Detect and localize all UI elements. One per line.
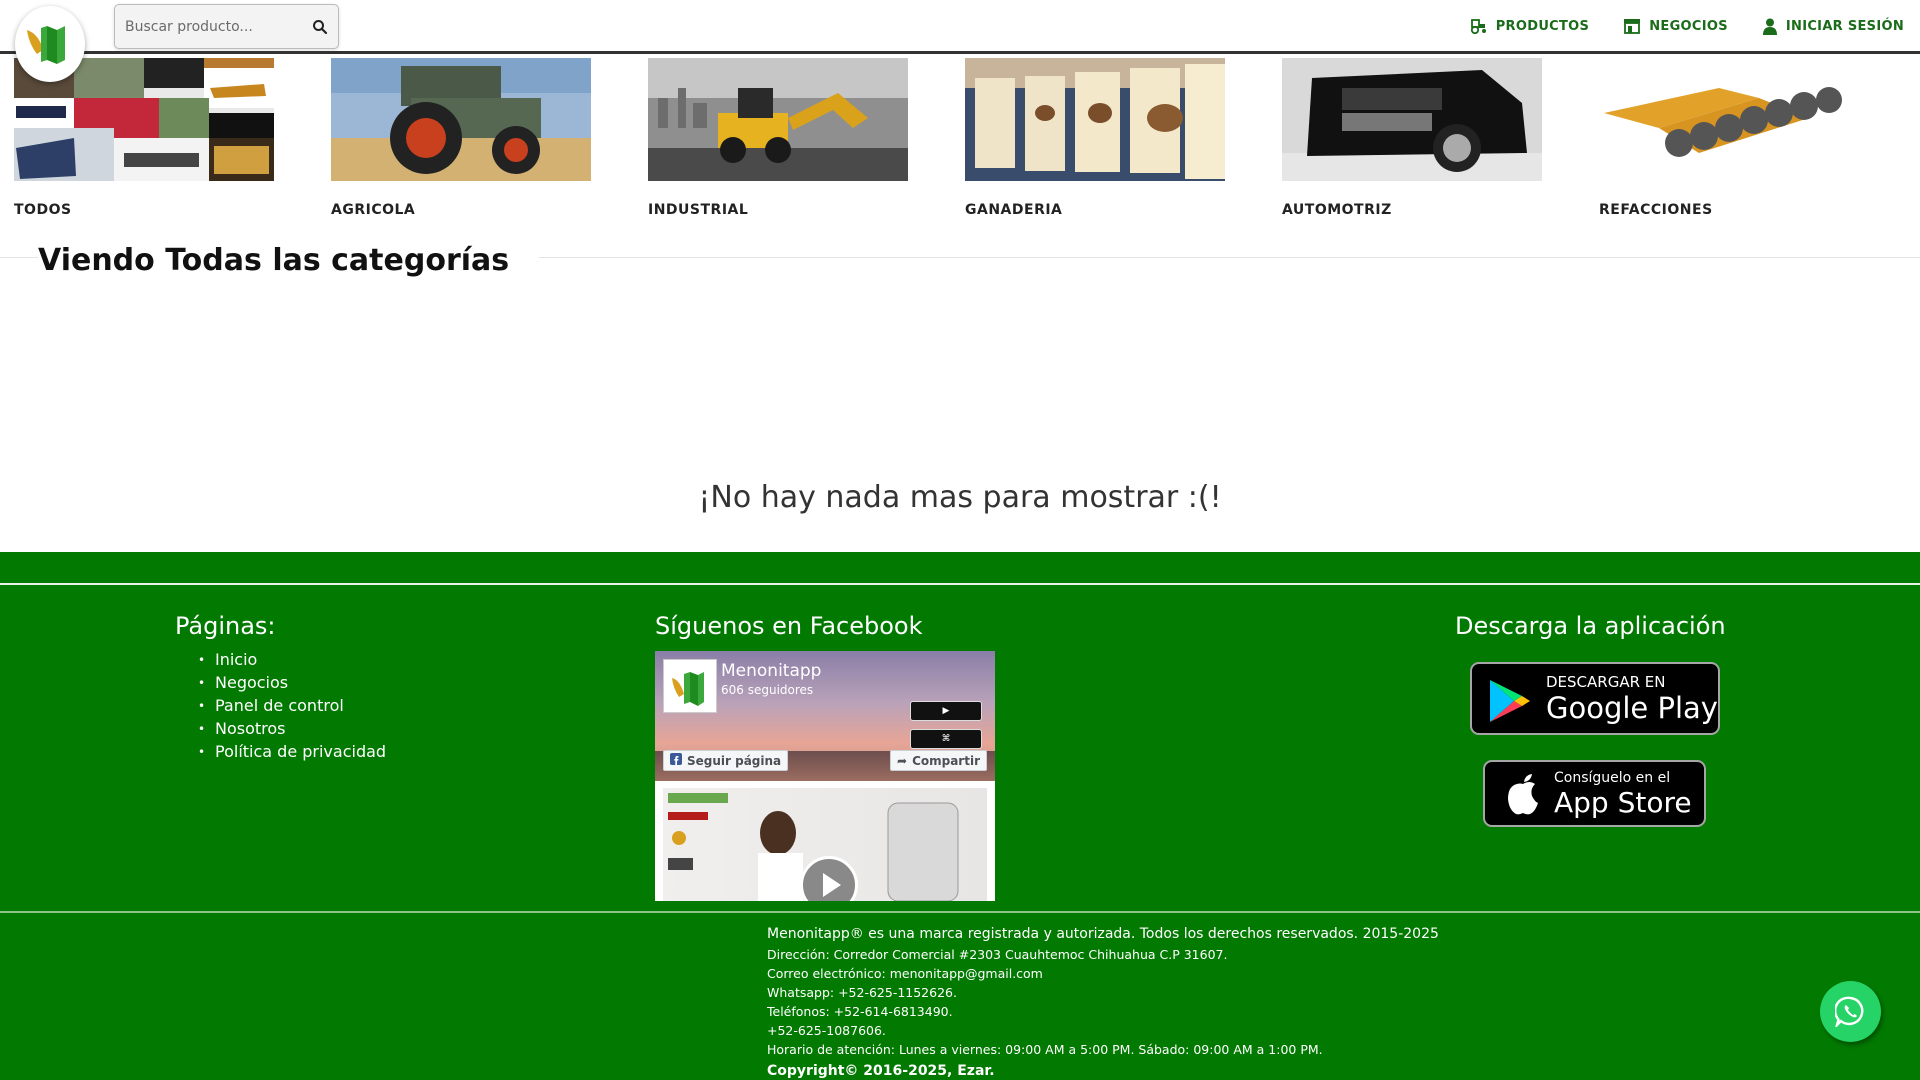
nav-negocios-label: NEGOCIOS [1649,18,1728,34]
facebook-icon [670,753,682,768]
category-refacciones[interactable]: REFACCIONES [1599,58,1859,218]
apple-icon [1505,772,1541,820]
google-play-top-text: DESCARGAR EN [1546,673,1666,691]
store-icon [1623,18,1641,34]
menonitapp-logo[interactable] [15,6,85,82]
facebook-heading: Síguenos en Facebook [655,612,923,640]
search-icon[interactable] [312,19,328,35]
footer-link-privacidad[interactable]: Política de privacidad [198,742,386,765]
tractor-icon [1470,18,1488,34]
category-label: TODOS [14,202,72,218]
footer-link-negocios[interactable]: Negocios [198,673,386,696]
nav-login-label: INICIAR SESIÓN [1785,18,1904,34]
legal-trademark: Menonitapp® es una marca registrada y au… [767,926,1439,942]
google-play-bottom-text: Google Play [1546,691,1718,725]
footer-link-panel[interactable]: Panel de control [198,696,386,719]
facebook-avatar[interactable] [663,659,717,713]
app-heading: Descarga la aplicación [1455,612,1726,640]
footer-divider [0,583,1920,585]
app-store-top-text: Consíguelo en el [1554,770,1671,786]
share-icon: ➦ [897,753,908,768]
category-label: GANADERIA [965,202,1063,218]
empty-state-message: ¡No hay nada mas para mostrar :(! [698,480,1222,515]
search-input[interactable] [125,16,295,38]
category-ganaderia[interactable]: GANADERIA [965,58,1225,218]
nav-productos-label: PRODUCTOS [1495,18,1590,34]
search-box [114,4,339,49]
category-label: AGRICOLA [331,202,416,218]
facebook-followers: 606 seguidores [721,683,814,697]
google-play-button[interactable]: DESCARGAR EN Google Play [1470,662,1720,735]
cattle-image [965,58,1225,181]
google-play-icon [1486,678,1532,728]
nav-negocios[interactable]: NEGOCIOS [1623,18,1728,34]
footer-link-inicio[interactable]: Inicio [198,650,386,673]
legal-info: Menonitapp® es una marca registrada y au… [767,926,1439,1080]
category-label: INDUSTRIAL [648,202,749,218]
legal-phone-2: +52-625-1087606. [767,1023,886,1038]
category-label: AUTOMOTRIZ [1282,202,1392,218]
top-navbar: PRODUCTOS NEGOCIOS INICIAR SESIÓN [0,0,1920,54]
facebook-share-label: Compartir [912,753,980,768]
legal-phone: Teléfonos: +52-614-6813490. [767,1004,953,1019]
nav-productos[interactable]: PRODUCTOS [1470,18,1589,34]
pages-heading: Páginas: [175,612,276,640]
legal-address: Dirección: Corredor Comercial #2303 Cuau… [767,947,1228,962]
facebook-follow-button[interactable]: Seguir página [663,750,789,771]
copyright: Copyright© 2016-2025, Ezar. [767,1063,995,1079]
category-industrial[interactable]: INDUSTRIAL [648,58,908,218]
footer: Páginas: Inicio Negocios Panel de contro… [0,552,1920,1080]
footer-link-nosotros[interactable]: Nosotros [198,719,386,742]
tractor-image [331,58,591,181]
suv-image [1282,58,1542,181]
mini-google-play-badge: ▶ [910,701,982,721]
facebook-page-name[interactable]: Menonitapp [721,661,821,681]
facebook-video-post[interactable] [663,788,987,901]
category-label: REFACCIONES [1599,202,1713,218]
footer-divider [0,911,1920,913]
nav-login[interactable]: INICIAR SESIÓN [1762,18,1904,35]
facebook-follow-label: Seguir página [687,753,782,768]
mini-app-store-badge: ⌘ [910,729,982,749]
legal-hours: Horario de atención: Lunes a viernes: 09… [767,1042,1323,1057]
category-agricola[interactable]: AGRICOLA [331,58,591,218]
legal-email: Correo electrónico: menonitapp@gmail.com [767,966,1043,981]
app-store-button[interactable]: Consíguelo en el App Store [1483,760,1706,827]
app-store-bottom-text: App Store [1554,786,1692,819]
facebook-share-button[interactable]: ➦ Compartir [890,750,987,771]
legal-whatsapp: Whatsapp: +52-625-1152626. [767,985,957,1000]
user-icon [1762,18,1778,35]
facebook-widget[interactable]: Menonitapp 606 seguidores ▶ ⌘ Seguir pág… [655,651,995,901]
play-icon[interactable] [800,856,858,901]
backhoe-image [648,58,908,181]
page-title: Viendo Todas las categorías [38,243,540,278]
whatsapp-button[interactable] [1820,981,1881,1042]
pages-list: Inicio Negocios Panel de control Nosotro… [198,650,386,765]
main-nav: PRODUCTOS NEGOCIOS INICIAR SESIÓN [1470,0,1904,52]
disc-harrow-image [1599,58,1859,181]
category-automotriz[interactable]: AUTOMOTRIZ [1282,58,1542,218]
